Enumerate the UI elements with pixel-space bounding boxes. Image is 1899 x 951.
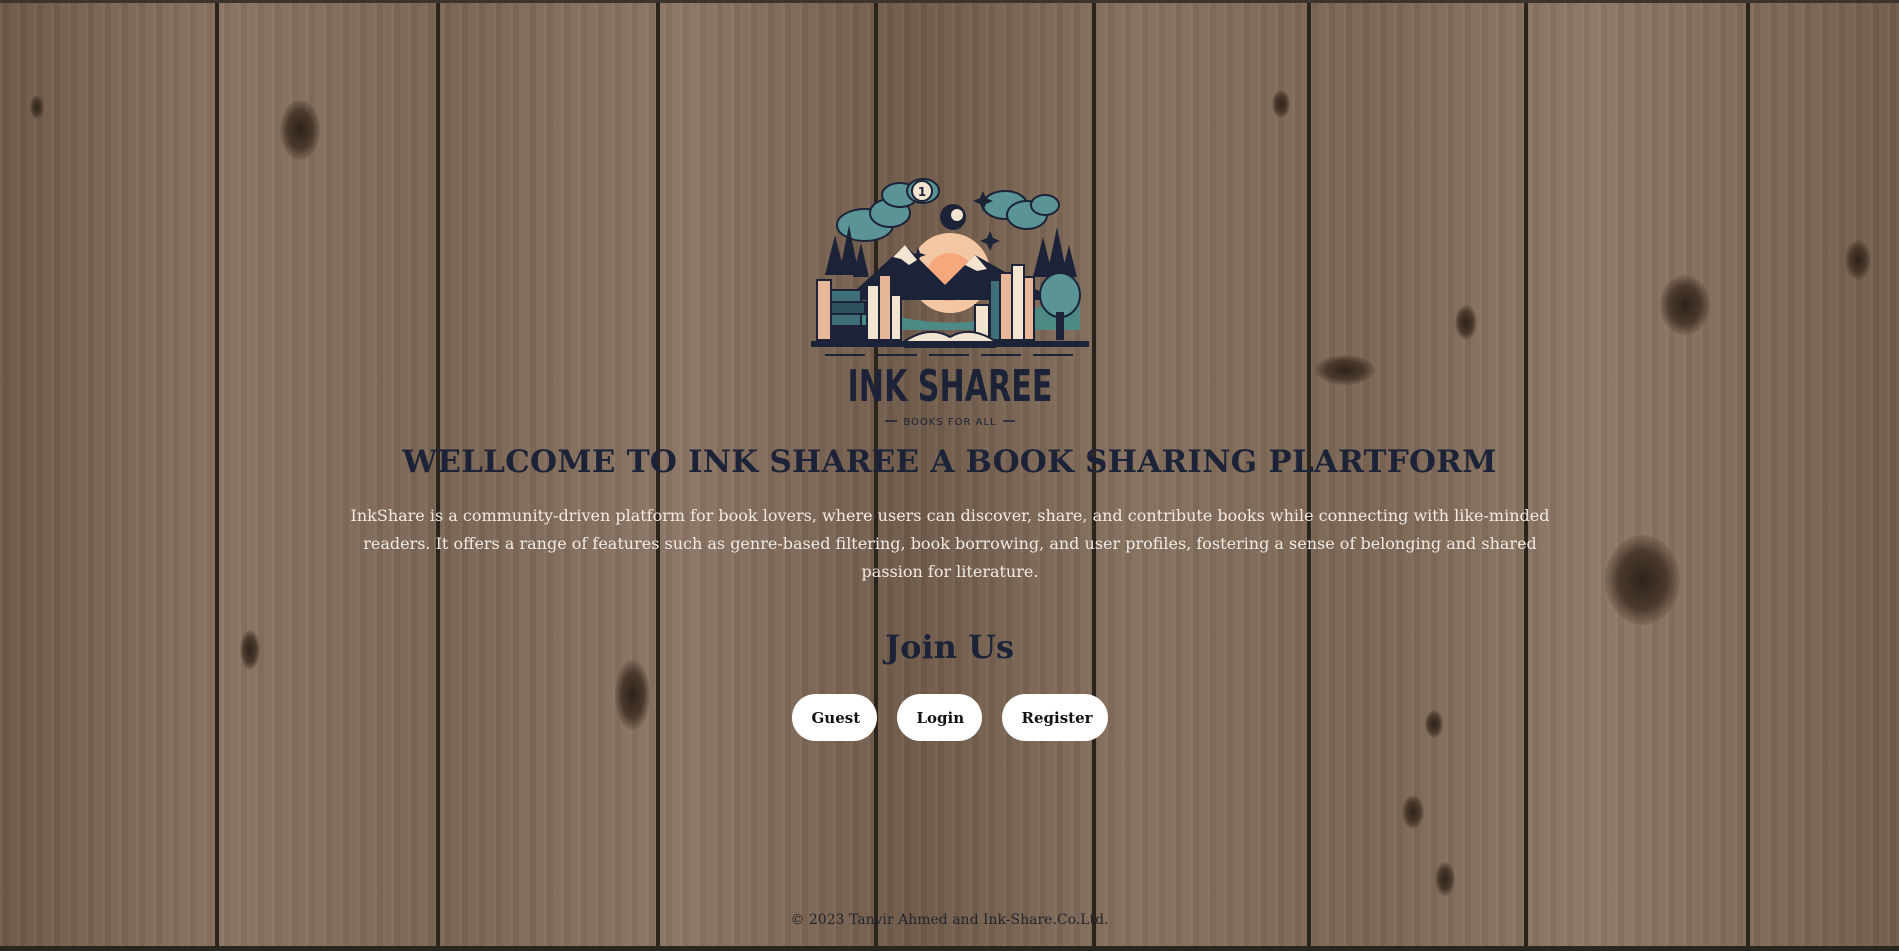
- footer-copyright: © 2023 Tanvir Ahmed and Ink-Share.Co.Ltd…: [790, 912, 1109, 928]
- svg-text:1: 1: [918, 185, 926, 199]
- register-button[interactable]: Register: [1001, 694, 1108, 741]
- badge-icon: 1: [911, 180, 933, 202]
- wood-knot: [1845, 240, 1871, 280]
- wood-knot: [280, 100, 320, 160]
- books-left-icon: [816, 274, 902, 341]
- wood-knot: [1402, 795, 1424, 829]
- wood-knot: [1272, 90, 1290, 118]
- welcome-heading: WELLCOME TO INK SHAREE A BOOK SHARING PL…: [402, 444, 1497, 480]
- wood-knot: [1315, 355, 1375, 385]
- star-icon: [980, 231, 1000, 251]
- wood-knot: [1435, 862, 1455, 896]
- auth-button-group: Guest Login Register: [0, 694, 1899, 741]
- login-button[interactable]: Login: [896, 694, 982, 741]
- wood-knot: [1455, 305, 1477, 340]
- logo-wordmark: INK SHAREE: [848, 361, 1053, 412]
- wood-knot: [30, 95, 44, 119]
- bottom-border: [0, 946, 1899, 951]
- logo-tagline: BOOKS FOR ALL: [903, 417, 996, 428]
- ink-sharee-logo: 1 INK SHAREE BOOKS FOR ALL: [811, 178, 1089, 428]
- wood-knot: [1660, 275, 1710, 335]
- guest-button[interactable]: Guest: [791, 694, 877, 741]
- top-border: [0, 0, 1899, 3]
- join-us-heading: Join Us: [885, 628, 1014, 666]
- intro-paragraph: InkShare is a community-driven platform …: [350, 506, 1550, 581]
- wood-knot: [1605, 535, 1680, 625]
- cloud-right-icon: [982, 190, 1060, 230]
- shelf-icon: [811, 341, 1089, 347]
